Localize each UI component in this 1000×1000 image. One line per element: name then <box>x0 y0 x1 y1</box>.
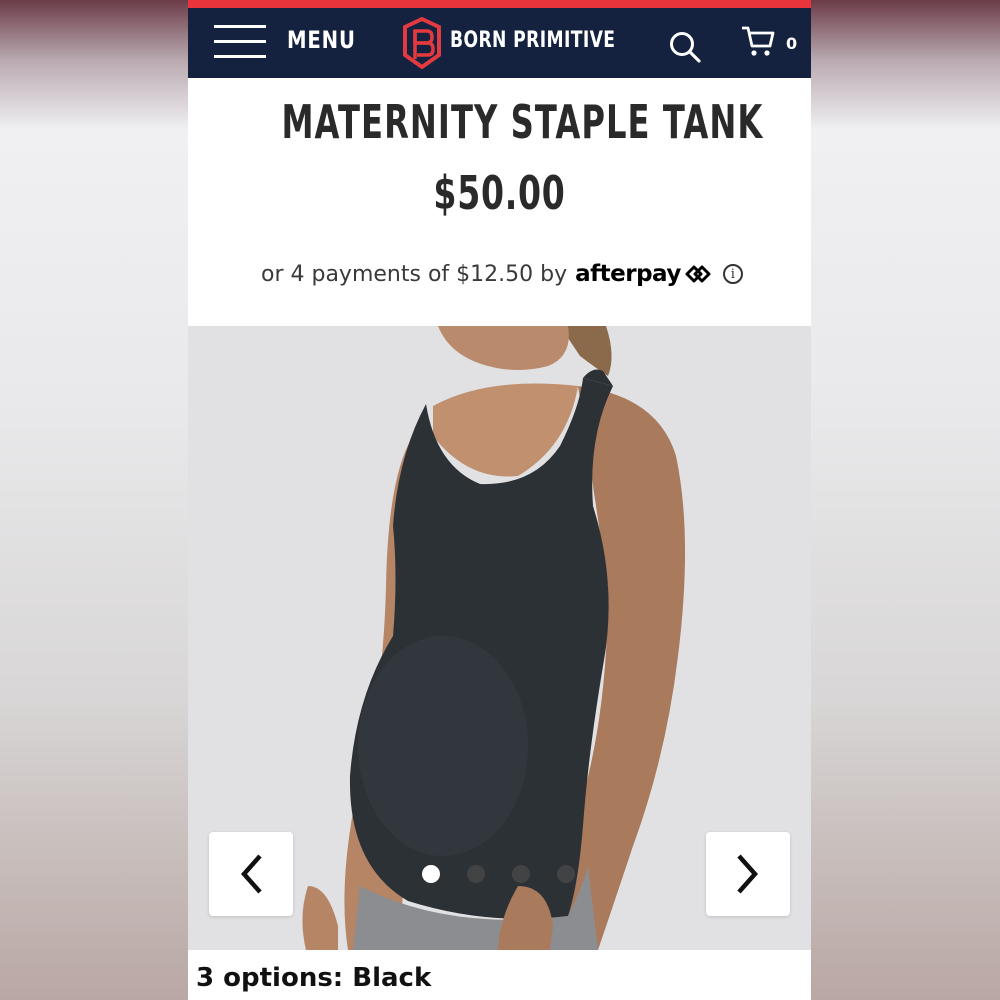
accent-strip <box>188 0 811 8</box>
brand-logo-icon[interactable] <box>402 17 442 69</box>
chevron-right-icon <box>737 854 759 894</box>
cart-icon[interactable] <box>740 24 776 58</box>
mobile-page: MENU BORN PRIMITIVE 0 MATERNITY STAPLE T… <box>188 0 811 1000</box>
product-title: MATERNITY STAPLE TANK <box>281 95 764 149</box>
left-background <box>0 0 188 1000</box>
afterpay-wordmark: afterpay <box>575 261 681 287</box>
menu-label[interactable]: MENU <box>287 26 356 54</box>
product-price: $50.00 <box>433 166 566 220</box>
carousel-dot[interactable] <box>467 865 485 883</box>
afterpay-installments: or 4 payments of $12.50 by afterpay i <box>261 259 743 289</box>
right-background <box>811 0 1000 1000</box>
carousel-dot[interactable] <box>557 865 575 883</box>
carousel-dot[interactable] <box>422 865 440 883</box>
hamburger-menu-icon[interactable] <box>214 25 266 59</box>
cart-count-badge[interactable]: 0 <box>786 34 797 53</box>
brand-name[interactable]: BORN PRIMITIVE <box>450 28 615 53</box>
carousel-dot[interactable] <box>512 865 530 883</box>
color-options-label: 3 options: Black <box>196 963 432 993</box>
afterpay-logo-icon <box>685 265 711 283</box>
chevron-left-icon <box>240 854 262 894</box>
product-image[interactable] <box>188 326 811 950</box>
carousel-next-button[interactable] <box>706 832 790 916</box>
carousel-prev-button[interactable] <box>209 832 293 916</box>
search-icon[interactable] <box>668 30 702 64</box>
top-navigation-bar: MENU BORN PRIMITIVE 0 <box>188 8 811 78</box>
info-icon[interactable]: i <box>722 264 743 284</box>
installment-text: or 4 payments of $12.50 by <box>261 261 568 287</box>
carousel-pagination <box>422 865 575 883</box>
